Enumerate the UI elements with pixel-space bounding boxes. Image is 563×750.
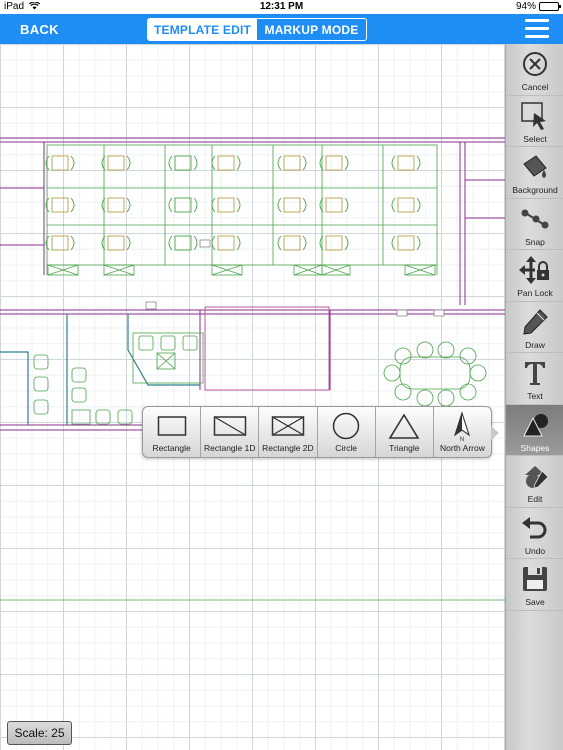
tool-label: Cancel [521, 82, 549, 92]
tool-draw[interactable]: Draw [506, 302, 563, 353]
rectangle-2d-icon [271, 416, 305, 436]
text-icon [525, 362, 545, 385]
workstation [45, 197, 75, 213]
tool-background[interactable]: Background [506, 147, 563, 199]
shapes-icon [523, 413, 548, 436]
snap-icon [521, 209, 549, 228]
drawing-canvas[interactable]: Scale: 25 [0, 44, 505, 750]
shape-rectangle-2d[interactable]: Rectangle 2D [259, 407, 318, 457]
tool-shapes[interactable]: Shapes [506, 404, 563, 456]
tool-label: Select [523, 133, 547, 144]
tool-label: Text [527, 391, 543, 401]
tool-edit[interactable]: Edit [506, 456, 563, 508]
workstation [211, 197, 241, 213]
north-arrow-letter: N [460, 437, 464, 441]
select-cursor-icon [521, 101, 546, 130]
shape-label: Rectangle 2D [262, 443, 314, 453]
workstation [101, 155, 131, 171]
tool-label: Edit [527, 494, 543, 504]
triangle-icon [388, 413, 420, 439]
tool-label: Draw [525, 339, 545, 350]
tool-label: Undo [524, 545, 546, 556]
tool-label: Save [525, 597, 545, 607]
battery-wrap: 94% [515, 1, 561, 12]
shape-rectangle[interactable]: Rectangle [143, 407, 202, 457]
tool-select[interactable]: Select [506, 96, 563, 147]
workstation [45, 155, 75, 171]
tool-cancel[interactable]: Cancel [506, 44, 563, 96]
workstation [101, 235, 131, 251]
pan-lock-icon [519, 256, 549, 284]
workstation [391, 197, 421, 213]
rectangle-icon [157, 416, 186, 436]
tool-sidebar: Cancel Select Background Snap Pan Lock D… [505, 44, 563, 750]
workstation [391, 235, 421, 251]
shape-label: North Arrow [440, 443, 485, 453]
tool-label: Snap [525, 236, 545, 247]
cancel-icon [523, 52, 547, 76]
workstation [168, 197, 198, 213]
workstation [319, 155, 349, 171]
hamburger-menu-icon[interactable] [525, 19, 549, 39]
tool-label: Shapes [520, 442, 550, 453]
shape-north-arrow[interactable]: N North Arrow [434, 407, 491, 457]
paint-bucket-icon [523, 155, 547, 178]
mode-segmented-control: TEMPLATE EDIT MARKUP MODE [147, 18, 367, 41]
battery-percent: 94% [515, 1, 536, 12]
segment-template-edit[interactable]: TEMPLATE EDIT [148, 19, 257, 40]
tool-undo[interactable]: Undo [506, 508, 563, 559]
tool-label: Background [512, 185, 558, 195]
shape-label: Circle [335, 443, 357, 453]
scale-badge: Scale: 25 [7, 721, 72, 745]
north-arrow-icon: N [454, 411, 471, 441]
workstation [101, 197, 131, 213]
shape-rectangle-1d[interactable]: Rectangle 1D [201, 407, 260, 457]
workstation [211, 155, 241, 171]
status-bar: iPad 12:31 PM 94% [0, 0, 563, 14]
segment-markup-mode[interactable]: MARKUP MODE [257, 19, 366, 40]
nav-bar: BACK TEMPLATE EDIT MARKUP MODE [0, 14, 563, 44]
shapes-popover: Rectangle Rectangle 1D Rectangle 2D Circ… [142, 406, 499, 458]
undo-icon [522, 516, 547, 538]
tool-text[interactable]: Text [506, 353, 563, 405]
shape-label: Rectangle 1D [204, 443, 256, 453]
clock: 12:31 PM [259, 1, 304, 12]
battery-icon [539, 2, 561, 11]
workstation [391, 155, 421, 171]
edit-icon [525, 466, 549, 489]
shape-circle[interactable]: Circle [318, 407, 376, 457]
workstation [45, 235, 75, 251]
workstation-layer [45, 155, 421, 251]
floor-plan [0, 137, 505, 601]
tool-save[interactable]: Save [506, 559, 563, 611]
tool-snap[interactable]: Snap [506, 199, 563, 250]
workstation [319, 197, 349, 213]
shape-label: Triangle [389, 443, 420, 453]
pencil-icon [523, 308, 548, 335]
workstation [168, 235, 198, 251]
shape-triangle[interactable]: Triangle [376, 407, 434, 457]
rectangle-1d-icon [213, 416, 246, 436]
workstation [277, 235, 307, 251]
workstation [168, 155, 198, 171]
circle-icon [332, 412, 360, 440]
workstation [319, 235, 349, 251]
shape-label: Rectangle [152, 443, 191, 453]
tool-label: Pan Lock [517, 288, 553, 298]
tool-pan-lock[interactable]: Pan Lock [506, 250, 563, 302]
back-button[interactable]: BACK [20, 22, 59, 37]
workstation [277, 155, 307, 171]
workstation [277, 197, 307, 213]
save-icon [523, 567, 547, 591]
workstation [211, 235, 241, 251]
